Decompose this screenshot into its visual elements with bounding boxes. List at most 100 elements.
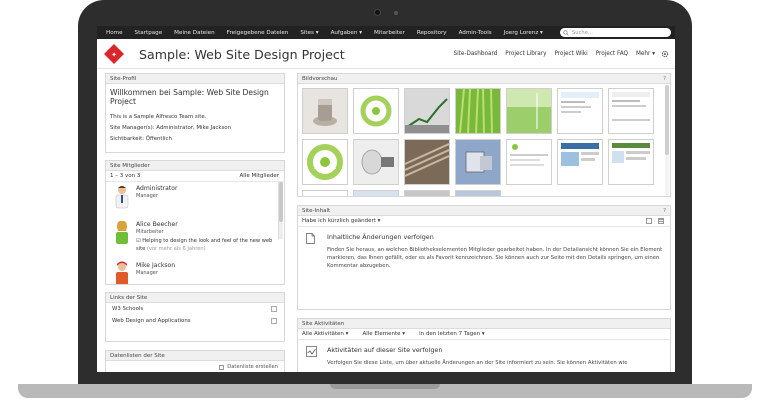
thumbnail[interactable] — [455, 88, 501, 134]
link-details-icon[interactable] — [271, 318, 277, 324]
search-icon — [563, 29, 569, 36]
site-profile-title: Site-Profil — [106, 74, 284, 84]
thumbnail[interactable] — [557, 139, 603, 185]
thumbnail[interactable] — [506, 139, 552, 185]
members-count: 1 – 3 von 3 — [110, 173, 141, 179]
preview-scrollbar[interactable] — [665, 85, 669, 195]
site-link-faq[interactable]: Project FAQ — [596, 51, 628, 57]
member-name[interactable]: Administrator — [136, 185, 178, 192]
site-navigation: Site-Dashboard Project Library Project W… — [445, 50, 669, 58]
thumbnail[interactable] — [302, 88, 348, 134]
site-links-dashlet: Links der Site W3 Schools Web Design and… — [105, 292, 285, 342]
site-link-item[interactable]: W3 Schools — [106, 303, 284, 315]
nav-my-files[interactable]: Meine Dateien — [168, 30, 221, 36]
content-filter-dropdown[interactable]: Habe ich kürzlich geändert ▾ — [302, 218, 380, 224]
site-content-title: Site-Inhalt? — [298, 206, 670, 216]
all-members-link[interactable]: Alle Mitglieder — [240, 173, 279, 179]
search-input[interactable]: Suche... — [560, 28, 671, 37]
nav-startpage[interactable]: Startpage — [129, 30, 169, 36]
view-simple-icon[interactable] — [646, 218, 652, 224]
avatar-alice-beecher — [116, 220, 128, 244]
nav-user-menu[interactable]: Joerg Lorenz ▾ — [498, 30, 549, 36]
site-link-dashboard[interactable]: Site-Dashboard — [453, 51, 497, 57]
nav-repository[interactable]: Repository — [411, 30, 453, 36]
link-label[interactable]: Web Design and Applications — [112, 318, 191, 324]
member-role: Manager — [136, 270, 158, 276]
nav-shared-files[interactable]: Freigegebene Dateien — [221, 30, 295, 36]
thumbnail[interactable] — [404, 88, 450, 134]
site-link-library[interactable]: Project Library — [505, 51, 546, 57]
thumbnail-image — [303, 140, 347, 184]
members-scrollbar[interactable] — [278, 182, 283, 239]
svg-text:✦: ✦ — [111, 51, 117, 59]
thumbnail[interactable] — [353, 190, 399, 196]
site-logo-icon: ✦ — [104, 44, 124, 64]
document-icon — [306, 233, 315, 244]
nav-tasks[interactable]: Aufgaben ▾ — [325, 30, 368, 36]
thumbnail[interactable] — [353, 88, 399, 134]
thumbnail[interactable] — [302, 139, 348, 185]
thumbnail[interactable] — [608, 139, 654, 185]
profile-welcome: Willkommen bei Sample: Web Site Design P… — [110, 88, 269, 106]
scrollbar-thumb[interactable] — [279, 182, 283, 222]
timeframe-filter-dropdown[interactable]: in den letzten 7 Tagen ▾ — [419, 331, 485, 337]
thumbnail-image — [354, 89, 398, 133]
site-header: ✦ Sample: Web Site Design Project Site-D… — [97, 39, 675, 69]
thumbnail-image — [456, 140, 500, 184]
status-time: (vor mehr als 6 Jahren) — [146, 245, 206, 252]
thumbnail[interactable] — [455, 139, 501, 185]
member-item[interactable]: Alice Beecher Mitarbeiter ☑ Helping to d… — [106, 218, 284, 259]
link-label[interactable]: W3 Schools — [112, 306, 143, 312]
nav-people[interactable]: Mitarbeiter — [368, 30, 411, 36]
help-icon[interactable]: ? — [663, 74, 666, 84]
member-name[interactable]: Mike Jackson — [136, 262, 175, 269]
gear-icon[interactable] — [661, 50, 669, 58]
member-role: Mitarbeiter — [136, 229, 164, 235]
thumbnail[interactable] — [557, 88, 603, 134]
thumbnail[interactable] — [608, 88, 654, 134]
site-link-wiki[interactable]: Project Wiki — [554, 51, 587, 57]
activities-filter-dropdown[interactable]: Alle Aktivitäten ▾ — [302, 331, 348, 337]
nav-sites[interactable]: Sites ▾ — [294, 30, 324, 36]
link-details-icon[interactable] — [271, 306, 277, 312]
site-content-dashlet: Site-Inhalt? Habe ich kürzlich geändert … — [297, 205, 671, 310]
elements-filter-dropdown[interactable]: Alle Elemente ▾ — [362, 331, 405, 337]
site-link-item[interactable]: Web Design and Applications — [106, 315, 284, 327]
thumbnail[interactable] — [353, 139, 399, 185]
activities-description: Verfolgen Sie diese Liste, um über aktue… — [327, 360, 628, 366]
thumbnail[interactable] — [404, 190, 450, 196]
create-list-icon — [219, 364, 225, 370]
site-content-label: Site-Inhalt — [302, 208, 331, 214]
thumbnail[interactable] — [455, 190, 501, 196]
thumbnail[interactable] — [302, 190, 348, 196]
member-status: ☑ Helping to design the look and feel of… — [136, 238, 278, 253]
nav-home[interactable]: Home — [100, 30, 129, 36]
view-detailed-icon[interactable] — [658, 218, 664, 224]
create-data-list-link[interactable]: Datenliste erstellen — [227, 364, 278, 370]
thumbnail[interactable] — [506, 88, 552, 134]
nav-admin-tools[interactable]: Admin-Tools — [453, 30, 498, 36]
site-link-more[interactable]: Mehr ▾ — [636, 51, 655, 57]
activities-toolbar: Alle Aktivitäten ▾ Alle Elemente ▾ in de… — [298, 329, 670, 340]
thumbnail-image — [609, 89, 653, 133]
scrollbar-thumb[interactable] — [665, 85, 669, 155]
image-preview-title: Bildvorschau? — [298, 74, 670, 84]
sensor-icon — [394, 11, 398, 15]
help-icon[interactable]: ? — [663, 206, 666, 216]
camera-icon — [374, 9, 381, 16]
member-name[interactable]: Alice Beecher — [136, 221, 178, 228]
thumbnail-image — [456, 88, 500, 134]
member-item[interactable]: Administrator Manager — [106, 182, 284, 218]
top-navigation: Home Startpage Meine Dateien Freigegeben… — [97, 26, 675, 39]
thumbnail-image — [507, 89, 551, 133]
site-members-title: Site Mitglieder — [106, 161, 284, 171]
thumbnail-image — [354, 140, 398, 184]
image-preview-dashlet: Bildvorschau? — [297, 73, 671, 197]
content-toolbar: Habe ich kürzlich geändert ▾ — [298, 216, 670, 227]
site-profile-dashlet: Site-Profil Willkommen bei Sample: Web S… — [105, 73, 285, 153]
thumbnail[interactable] — [404, 139, 450, 185]
site-activities-dashlet: Site Aktivitäten Alle Aktivitäten ▾ Alle… — [297, 318, 671, 372]
thumbnail-image — [404, 140, 450, 184]
content-heading: Inhaltliche Änderungen verfolgen — [327, 233, 434, 241]
member-item[interactable]: Mike Jackson Manager — [106, 259, 284, 284]
